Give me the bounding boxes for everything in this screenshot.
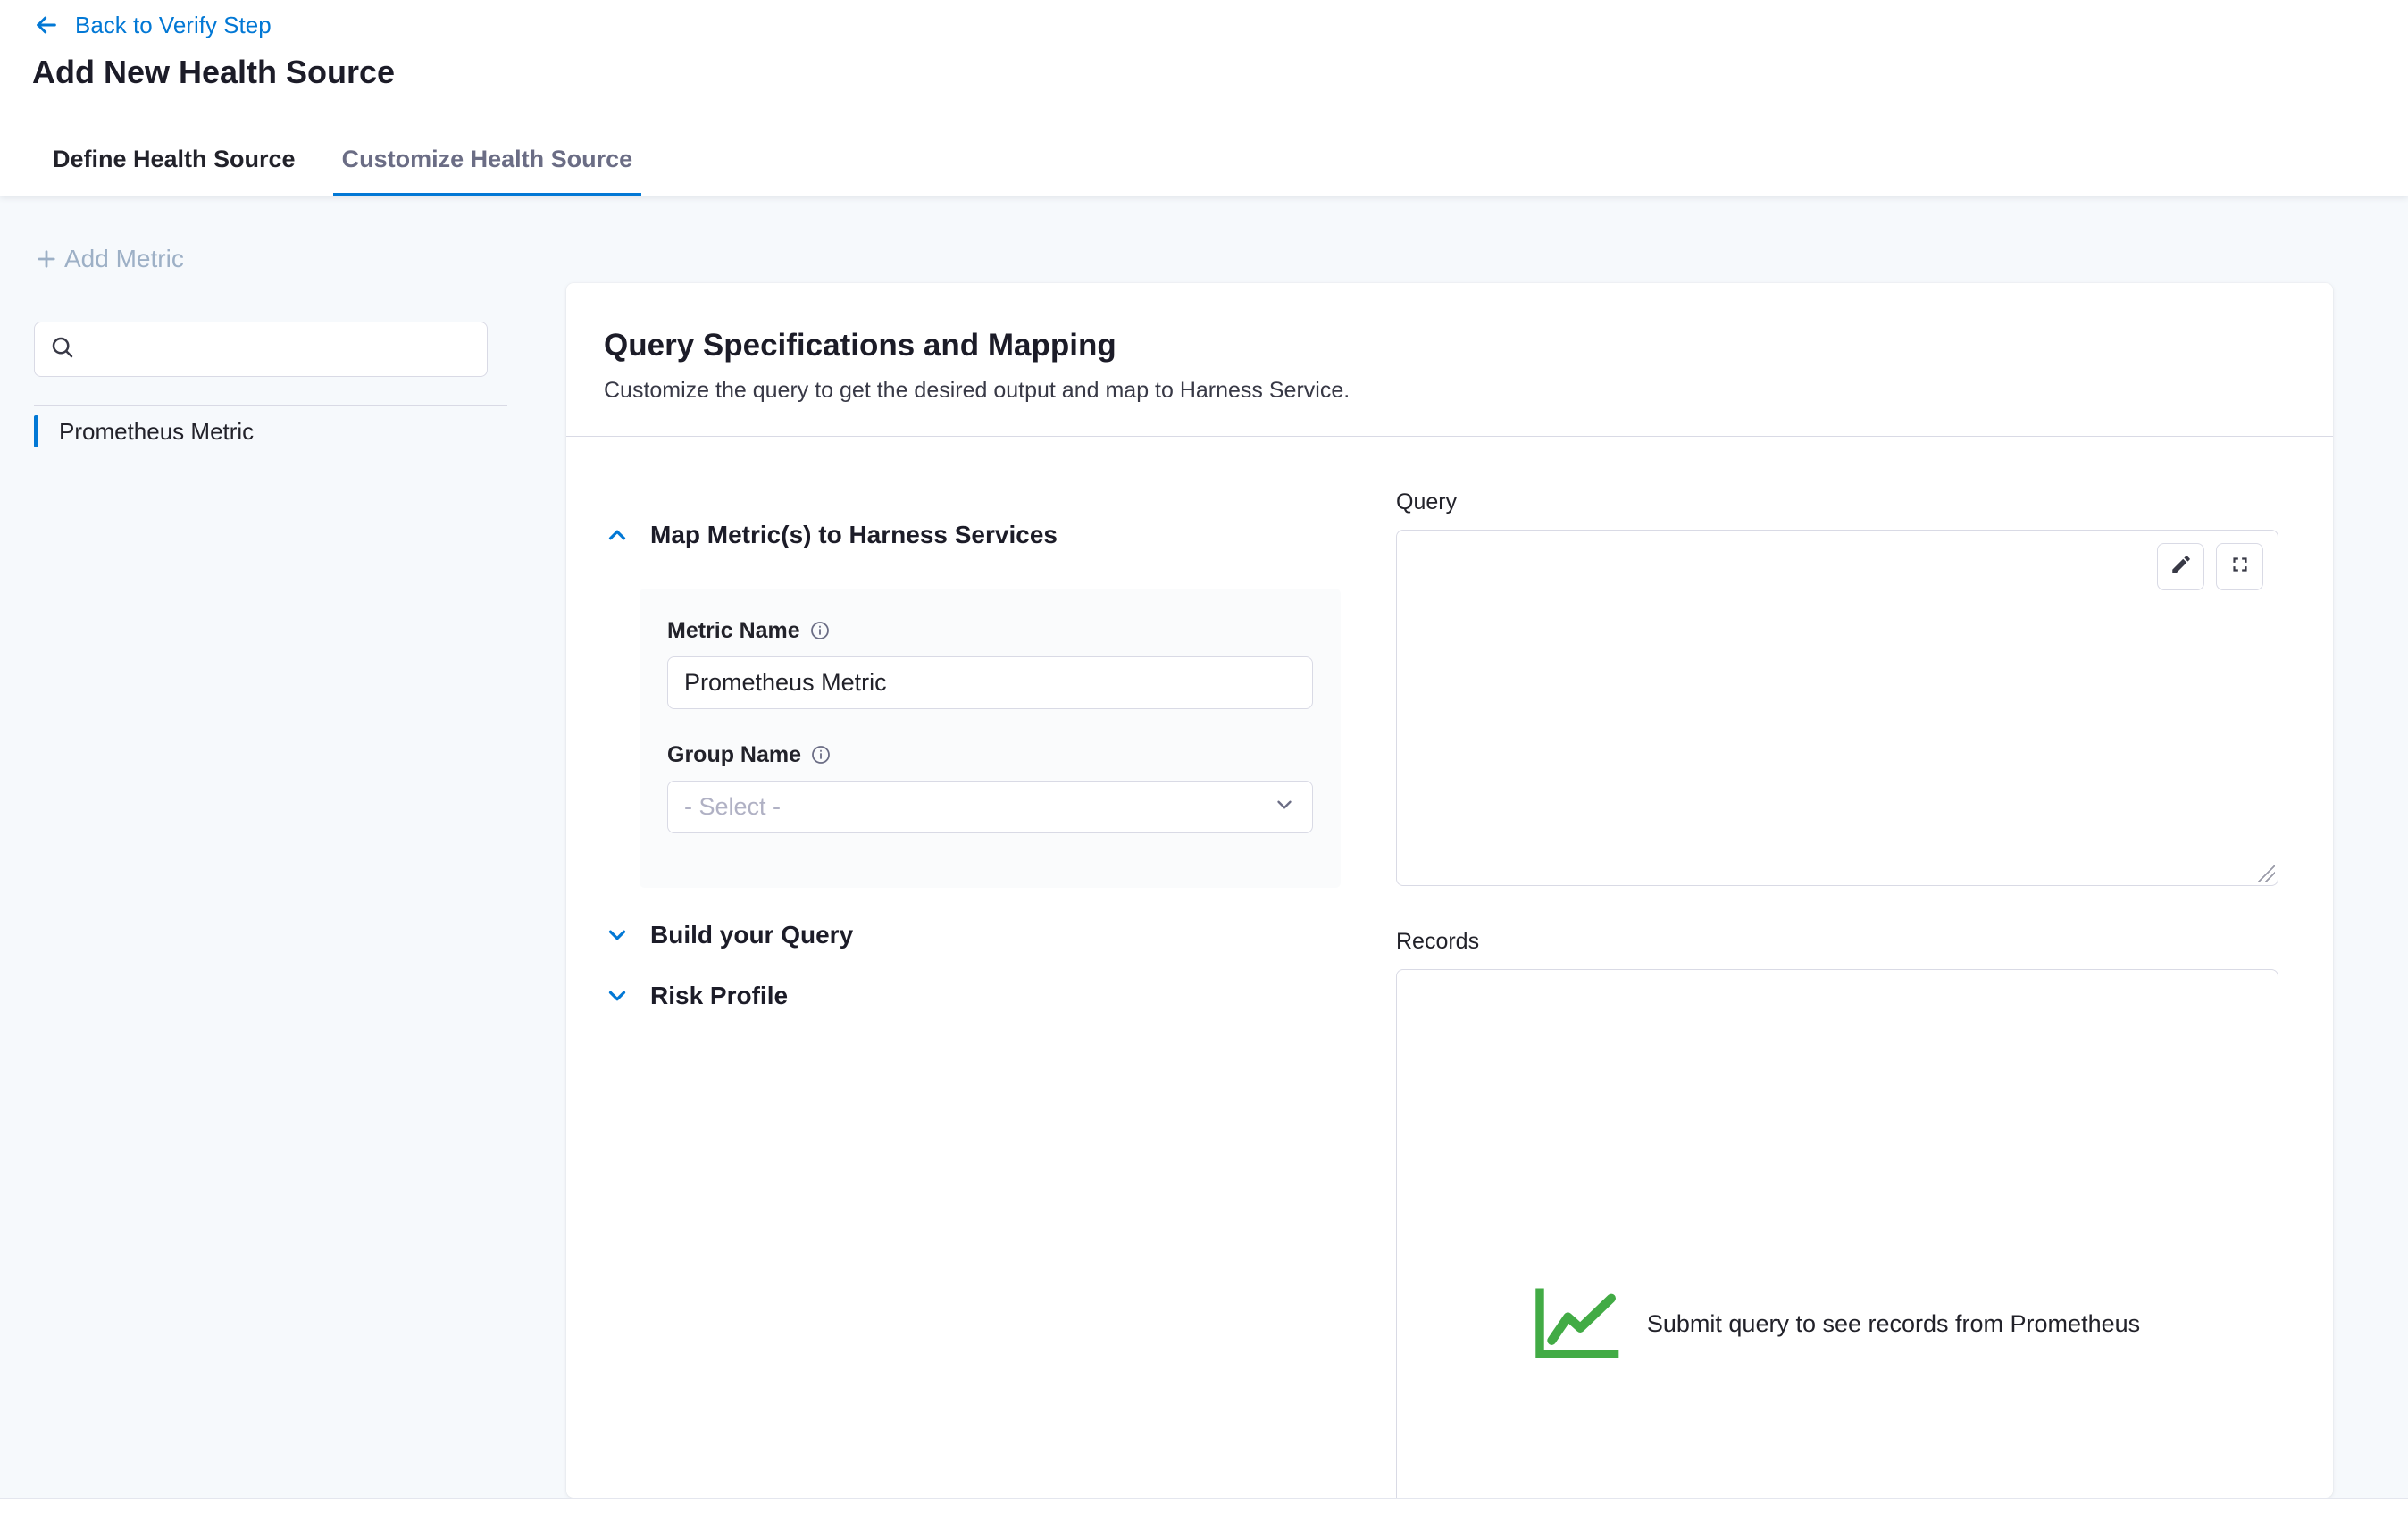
- edit-query-button[interactable]: [2157, 543, 2204, 590]
- metric-name-label: Metric Name: [667, 618, 800, 644]
- chevron-down-icon: [1273, 793, 1296, 821]
- metric-search: [34, 322, 488, 377]
- search-icon: [49, 334, 76, 365]
- tab-customize-health-source[interactable]: Customize Health Source: [340, 146, 635, 196]
- card-header: Query Specifications and Mapping Customi…: [566, 283, 2333, 404]
- pencil-icon: [2170, 553, 2193, 581]
- records-empty-state: Submit query to see records from Prometh…: [1534, 1284, 2140, 1364]
- resize-handle[interactable]: [2257, 865, 2275, 882]
- query-label: Query: [1396, 489, 2278, 515]
- add-metric-label: Add Metric: [64, 245, 184, 273]
- chevron-down-icon: [604, 922, 631, 949]
- section-map-metrics-toggle[interactable]: Map Metric(s) to Harness Services: [604, 515, 1372, 555]
- group-name-label-row: Group Name: [667, 740, 1313, 770]
- add-metric-button[interactable]: Add Metric: [34, 245, 184, 273]
- metric-name-input[interactable]: [667, 656, 1313, 709]
- metric-item-label: Prometheus Metric: [59, 418, 254, 446]
- top-header: Back to Verify Step Add New Health Sourc…: [0, 0, 2408, 196]
- metric-name-label-row: Metric Name: [667, 615, 1313, 646]
- query-editor: [1396, 530, 2278, 886]
- section-risk-profile-toggle[interactable]: Risk Profile: [604, 976, 1372, 1016]
- records-panel: Submit query to see records from Prometh…: [1396, 969, 2278, 1498]
- chevron-up-icon: [604, 522, 631, 548]
- info-icon[interactable]: [809, 620, 831, 641]
- back-link-label: Back to Verify Step: [75, 12, 272, 39]
- info-icon[interactable]: [810, 744, 832, 765]
- metrics-sidebar: Add Metric Prometheus Metric: [0, 196, 566, 1513]
- expand-query-button[interactable]: [2216, 543, 2263, 590]
- back-arrow-icon: [32, 11, 61, 39]
- search-input[interactable]: [87, 336, 472, 364]
- metric-mapping-panel: Metric Name Group Name: [640, 589, 1341, 888]
- sidebar-divider: [34, 405, 507, 406]
- query-input[interactable]: [1397, 531, 2278, 885]
- query-actions: [2157, 543, 2263, 590]
- page-title: Add New Health Source: [32, 54, 395, 91]
- metric-list: Prometheus Metric: [34, 411, 507, 452]
- plus-icon: [34, 247, 59, 272]
- mapping-column: Map Metric(s) to Harness Services Metric…: [604, 515, 1372, 1016]
- chevron-down-icon: [604, 982, 631, 1009]
- card-subtitle: Customize the query to get the desired o…: [604, 378, 2295, 404]
- query-column: Query: [1396, 489, 2278, 1498]
- back-link[interactable]: Back to Verify Step: [32, 11, 272, 39]
- card-body: Map Metric(s) to Harness Services Metric…: [566, 437, 2333, 1492]
- selected-indicator: [34, 415, 38, 447]
- group-name-select[interactable]: - Select -: [667, 781, 1313, 833]
- records-empty-text: Submit query to see records from Prometh…: [1647, 1310, 2140, 1338]
- expand-icon: [2228, 553, 2252, 581]
- group-name-label: Group Name: [667, 742, 801, 768]
- tab-bar: Define Health Source Customize Health So…: [51, 146, 634, 196]
- metric-list-item-prometheus[interactable]: Prometheus Metric: [34, 411, 507, 452]
- section-build-query-toggle[interactable]: Build your Query: [604, 915, 1372, 955]
- bottom-bar: [0, 1498, 2408, 1513]
- line-chart-icon: [1534, 1284, 1624, 1364]
- query-specifications-card: Query Specifications and Mapping Customi…: [566, 283, 2333, 1498]
- section-build-query-label: Build your Query: [650, 921, 853, 949]
- card-title: Query Specifications and Mapping: [604, 328, 2295, 364]
- tab-define-health-source[interactable]: Define Health Source: [51, 146, 297, 196]
- records-label: Records: [1396, 928, 2278, 955]
- section-risk-profile-label: Risk Profile: [650, 982, 788, 1010]
- section-map-metrics-label: Map Metric(s) to Harness Services: [650, 521, 1058, 549]
- group-name-select-placeholder: - Select -: [684, 793, 781, 821]
- page: Back to Verify Step Add New Health Sourc…: [0, 0, 2408, 1513]
